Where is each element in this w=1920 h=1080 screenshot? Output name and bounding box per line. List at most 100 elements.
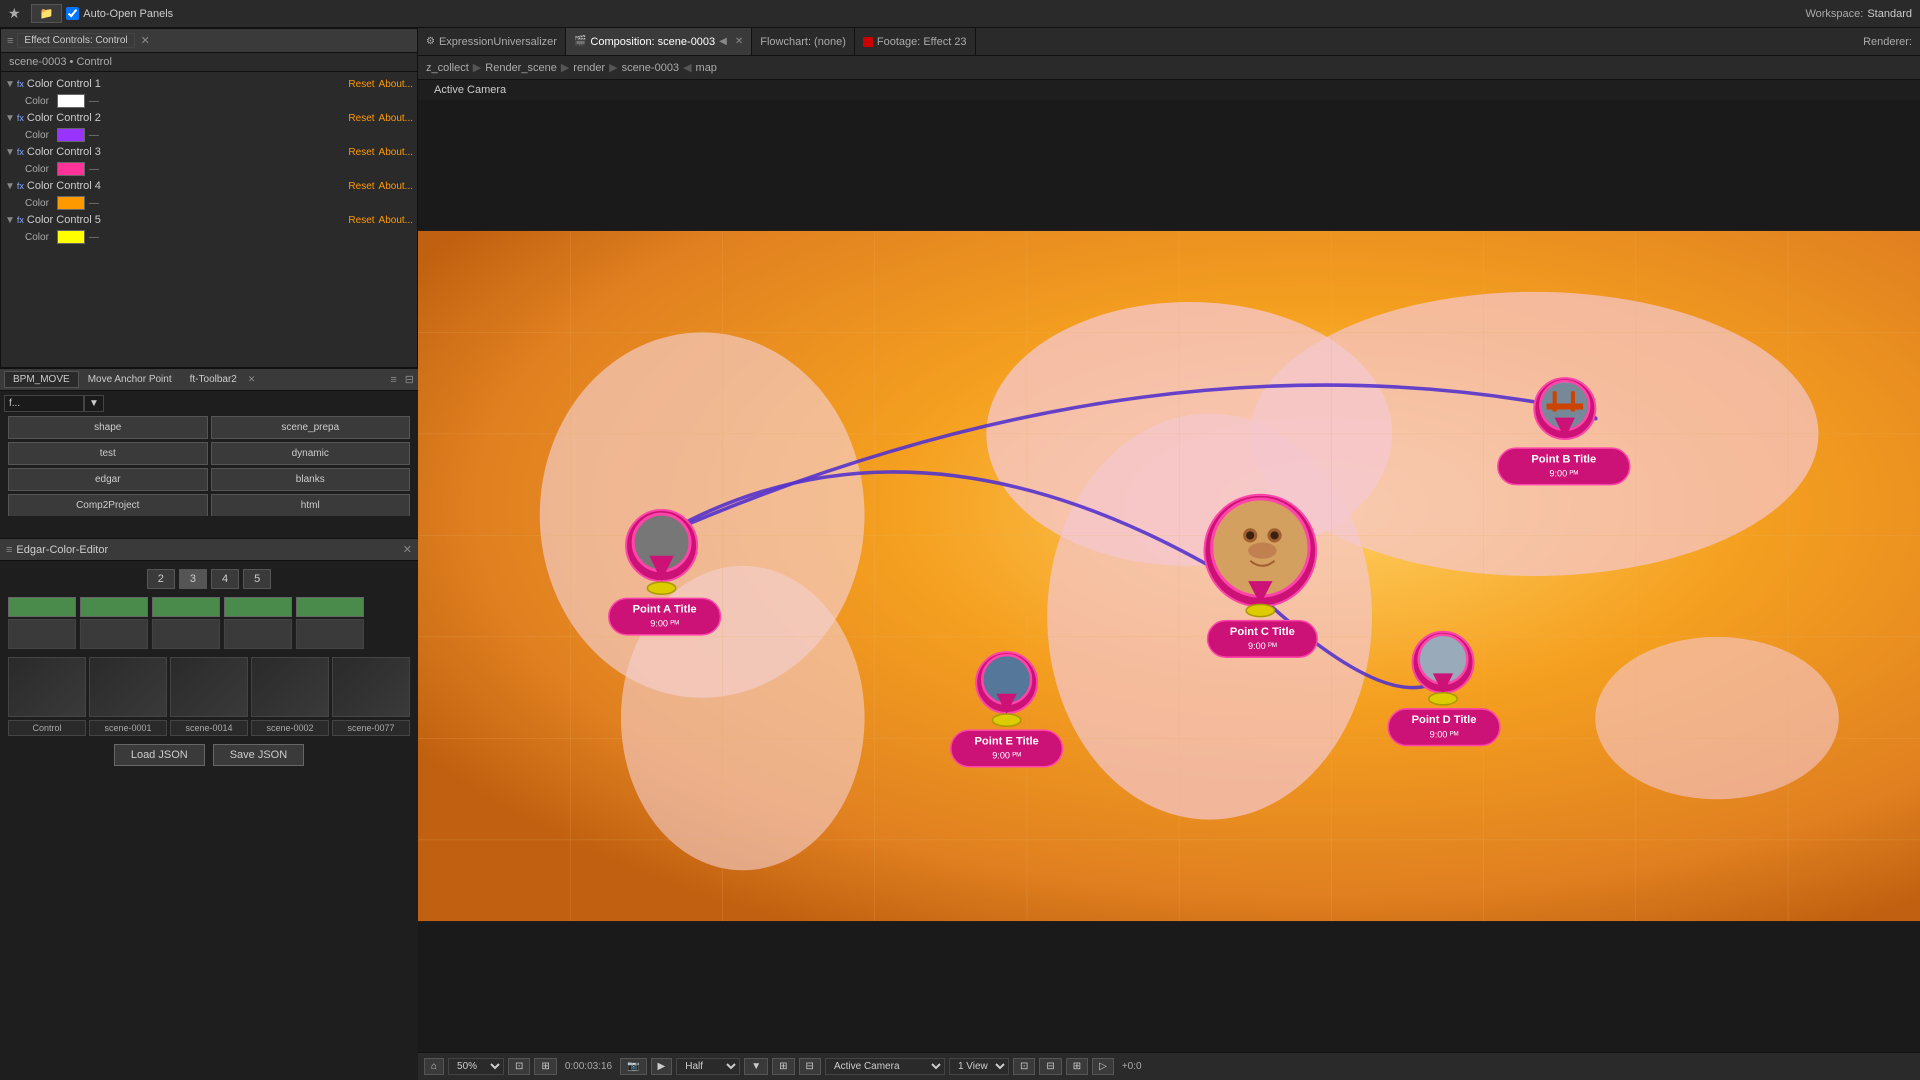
- save-json-btn[interactable]: Save JSON: [213, 744, 304, 766]
- edgar-tab-2[interactable]: 2: [147, 569, 175, 589]
- comp-control-label[interactable]: Control: [8, 720, 86, 736]
- comp-scene-0014-label[interactable]: scene-0014: [170, 720, 248, 736]
- comp-scene-0002-label[interactable]: scene-0002: [251, 720, 329, 736]
- expand-3[interactable]: ▼: [5, 147, 15, 158]
- view-btn-1[interactable]: ⊡: [1013, 1058, 1035, 1075]
- breadcrumb-z-collect[interactable]: z_collect: [426, 62, 469, 74]
- comp-control-preview[interactable]: [8, 657, 86, 717]
- comp-scene-0001-label[interactable]: scene-0001: [89, 720, 167, 736]
- reset-3-btn[interactable]: Reset: [348, 147, 374, 158]
- about-5-btn[interactable]: About...: [379, 215, 413, 226]
- swatch-green-5[interactable]: [296, 597, 364, 617]
- breadcrumb-map[interactable]: map: [696, 62, 717, 74]
- comp-scene-0014[interactable]: scene-0014: [170, 657, 248, 736]
- home-btn[interactable]: ⌂: [424, 1058, 444, 1075]
- test-btn[interactable]: test: [8, 442, 208, 465]
- expand-4[interactable]: ▼: [5, 181, 15, 192]
- color-4-swatch[interactable]: [57, 196, 85, 210]
- bpm-panel-close[interactable]: ⊟: [405, 373, 414, 386]
- view-count-select[interactable]: 1 View: [949, 1058, 1009, 1075]
- color-1-swatch[interactable]: [57, 94, 85, 108]
- tab-footage[interactable]: Footage: Effect 23: [855, 28, 976, 55]
- bpm-move-tab[interactable]: BPM_MOVE: [4, 371, 79, 388]
- effect-controls-tab[interactable]: Effect Controls: Control: [17, 33, 134, 48]
- swatch-dark-4[interactable]: [224, 619, 292, 649]
- bpm-search-input[interactable]: [4, 395, 84, 412]
- ft-toolbar-close[interactable]: ✕: [248, 374, 256, 385]
- expand-1[interactable]: ▼: [5, 79, 15, 90]
- tab-expression-universalizer[interactable]: ⚙ ExpressionUniversalizer: [418, 28, 566, 55]
- pixel-btn[interactable]: ⊞: [534, 1058, 556, 1075]
- comp2project-btn[interactable]: Comp2Project: [8, 494, 208, 516]
- breadcrumb-scene-0003[interactable]: scene-0003: [622, 62, 680, 74]
- bpm-menu-icon[interactable]: ≡: [390, 374, 396, 386]
- comp-scene-0077-label[interactable]: scene-0077: [332, 720, 410, 736]
- swatch-dark-1[interactable]: [8, 619, 76, 649]
- comp-scene-0014-preview[interactable]: [170, 657, 248, 717]
- comp-scene-0077-preview[interactable]: [332, 657, 410, 717]
- about-3-btn[interactable]: About...: [379, 147, 413, 158]
- swatch-dark-2[interactable]: [80, 619, 148, 649]
- move-anchor-tab[interactable]: Move Anchor Point: [79, 371, 181, 388]
- camera-icon-btn[interactable]: 📷: [620, 1058, 646, 1075]
- comp-scene-0002-preview[interactable]: [251, 657, 329, 717]
- render-btn[interactable]: ▷: [1092, 1058, 1114, 1075]
- file-button[interactable]: 📁: [31, 4, 63, 23]
- fit-btn[interactable]: ⊡: [508, 1058, 530, 1075]
- panel-menu-icon[interactable]: ≡: [7, 35, 13, 47]
- grid-btn[interactable]: ⊞: [772, 1058, 794, 1075]
- color-5-swatch[interactable]: [57, 230, 85, 244]
- comp-scene-0002[interactable]: scene-0002: [251, 657, 329, 736]
- reset-5-btn[interactable]: Reset: [348, 215, 374, 226]
- color-2-swatch[interactable]: [57, 128, 85, 142]
- expand-5[interactable]: ▼: [5, 215, 15, 226]
- breadcrumb-render[interactable]: render: [573, 62, 605, 74]
- comp-control[interactable]: Control: [8, 657, 86, 736]
- comp-tab-arrow[interactable]: ◀: [719, 36, 727, 47]
- load-json-btn[interactable]: Load JSON: [114, 744, 205, 766]
- shape-btn[interactable]: shape: [8, 416, 208, 439]
- swatch-green-2[interactable]: [80, 597, 148, 617]
- swatch-dark-5[interactable]: [296, 619, 364, 649]
- expand-2[interactable]: ▼: [5, 113, 15, 124]
- about-1-btn[interactable]: About...: [379, 79, 413, 90]
- play-btn[interactable]: ▶: [651, 1058, 673, 1075]
- blanks-btn[interactable]: blanks: [211, 468, 411, 491]
- swatch-green-1[interactable]: [8, 597, 76, 617]
- quality-select[interactable]: Half Full Quarter: [676, 1058, 740, 1075]
- dynamic-btn[interactable]: dynamic: [211, 442, 411, 465]
- about-2-btn[interactable]: About...: [379, 113, 413, 124]
- scene-prepa-btn[interactable]: scene_prepa: [211, 416, 411, 439]
- edgar-tab-3[interactable]: 3: [179, 569, 207, 589]
- breadcrumb-render-scene[interactable]: Render_scene: [485, 62, 557, 74]
- edgar-close-icon[interactable]: ✕: [403, 543, 412, 556]
- edgar-tab-5[interactable]: 5: [243, 569, 271, 589]
- edgar-menu-icon[interactable]: ≡: [6, 544, 12, 556]
- swatch-green-3[interactable]: [152, 597, 220, 617]
- grid2-btn[interactable]: ⊟: [799, 1058, 821, 1075]
- edgar-btn[interactable]: edgar: [8, 468, 208, 491]
- tab-flowchart[interactable]: Flowchart: (none): [752, 28, 855, 55]
- edgar-tab-4[interactable]: 4: [211, 569, 239, 589]
- comp-tab-close[interactable]: ✕: [735, 36, 743, 47]
- view-btn-2[interactable]: ⊟: [1039, 1058, 1061, 1075]
- view-btn-3[interactable]: ⊞: [1066, 1058, 1088, 1075]
- swatch-green-4[interactable]: [224, 597, 292, 617]
- swatch-dark-3[interactable]: [152, 619, 220, 649]
- ft-toolbar-tab[interactable]: ft-Toolbar2: [181, 371, 246, 388]
- about-4-btn[interactable]: About...: [379, 181, 413, 192]
- comp-scene-0001-preview[interactable]: [89, 657, 167, 717]
- reset-1-btn[interactable]: Reset: [348, 79, 374, 90]
- comp-scene-0001[interactable]: scene-0001: [89, 657, 167, 736]
- bpm-dropdown-btn[interactable]: ▼: [84, 395, 104, 412]
- color-3-swatch[interactable]: [57, 162, 85, 176]
- comp-scene-0077[interactable]: scene-0077: [332, 657, 410, 736]
- quality-btn[interactable]: ▼: [744, 1058, 768, 1075]
- effect-controls-close[interactable]: ✕: [141, 34, 150, 47]
- view-select[interactable]: Active Camera: [825, 1058, 945, 1075]
- zoom-select[interactable]: 50% 100% 25%: [448, 1058, 504, 1075]
- tab-composition[interactable]: 🎬 Composition: scene-0003 ◀ ✕: [566, 28, 752, 55]
- html-btn[interactable]: html: [211, 494, 411, 516]
- auto-open-checkbox[interactable]: [66, 7, 79, 20]
- reset-4-btn[interactable]: Reset: [348, 181, 374, 192]
